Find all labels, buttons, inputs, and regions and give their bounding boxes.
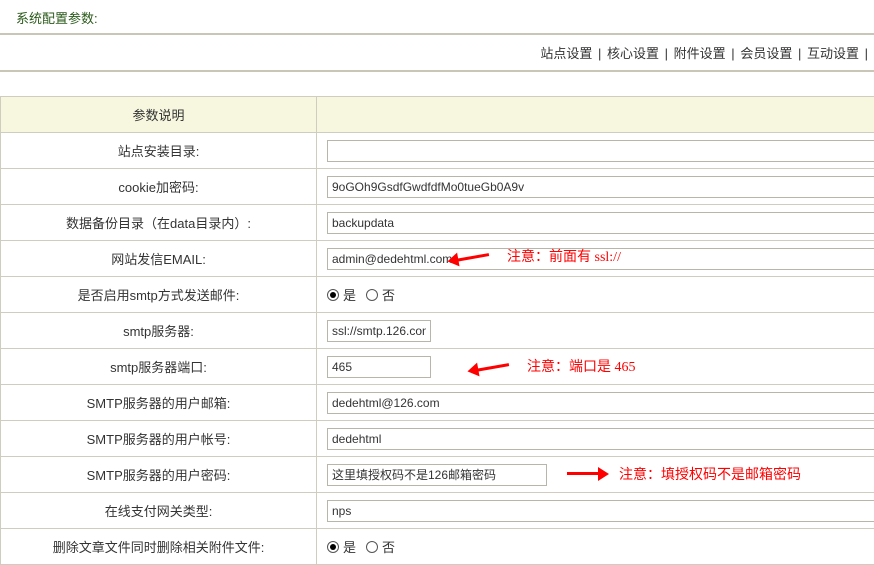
page-title: 系统配置参数: [0,0,874,33]
row-value [317,205,874,241]
radio-label: 是 [343,285,356,304]
row-value: 注意：端口是 465 [317,349,874,385]
radio-label: 是 [343,537,356,556]
row-value: 注意：填授权码不是邮箱密码 [317,457,874,493]
smtp-user-email-input[interactable] [327,392,874,414]
row-label: smtp服务器: [0,313,317,349]
row-label: SMTP服务器的用户帐号: [0,421,317,457]
row-label: 删除文章文件同时删除相关附件文件: [0,529,317,565]
arrow-icon [557,467,599,481]
row-label: SMTP服务器的用户密码: [0,457,317,493]
row-value [317,493,874,529]
nav-interact[interactable]: 互动设置 [807,46,859,61]
row-label: 是否启用smtp方式发送邮件: [0,277,317,313]
annotation-text: 注意：前面有 ssl:// [507,246,621,266]
header-value: 参 [317,97,874,133]
nav-sep: | [731,46,734,61]
row-label: 站点安装目录: [0,133,317,169]
smtp-enable-yes[interactable]: 是 [327,285,356,304]
separator-line [0,70,874,72]
annotation-auth: 注意：填授权码不是邮箱密码 [557,464,801,484]
row-value: 是 否 [317,529,874,565]
row-value [317,313,874,349]
nav-sep: | [598,46,601,61]
cookie-enc-input[interactable] [327,176,874,198]
radio-icon [366,541,378,553]
arrow-icon [456,245,500,266]
annotation-ssl: 注意：前面有 ssl:// [457,246,621,266]
annotation-text: 注意：填授权码不是邮箱密码 [619,464,801,484]
nav-attach[interactable]: 附件设置 [674,46,726,61]
radio-icon [366,289,378,301]
arrow-icon [476,355,520,376]
nav-sep: | [665,46,668,61]
payment-gateway-input[interactable] [327,500,874,522]
smtp-port-input[interactable] [327,356,431,378]
nav-member[interactable]: 会员设置 [740,46,792,61]
row-value [317,133,874,169]
row-label: SMTP服务器的用户邮箱: [0,385,317,421]
radio-icon [327,541,339,553]
radio-icon [327,289,339,301]
config-table: 参数说明 参 站点安装目录: cookie加密码: 数据备份目录（在data目录… [0,96,874,565]
radio-label: 否 [382,285,395,304]
separator-line [0,33,874,35]
nav-site[interactable]: 站点设置 [540,46,592,61]
row-label: 数据备份目录（在data目录内）: [0,205,317,241]
row-value [317,169,874,205]
backup-dir-input[interactable] [327,212,874,234]
nav-sep: | [865,46,868,61]
header-label: 参数说明 [0,97,317,133]
install-dir-input[interactable] [327,140,874,162]
delete-attach-no[interactable]: 否 [366,537,395,556]
annotation-port: 注意：端口是 465 [477,356,636,376]
smtp-user-password-input[interactable] [327,464,547,486]
row-label: 网站发信EMAIL: [0,241,317,277]
row-label: 在线支付网关类型: [0,493,317,529]
row-value [317,421,874,457]
smtp-enable-no[interactable]: 否 [366,285,395,304]
nav-sep: | [798,46,801,61]
smtp-user-account-input[interactable] [327,428,874,450]
row-label: smtp服务器端口: [0,349,317,385]
nav-core[interactable]: 核心设置 [607,46,659,61]
nav-tabs: 站点设置 | 核心设置 | 附件设置 | 会员设置 | 互动设置 | [0,41,874,70]
delete-attach-yes[interactable]: 是 [327,537,356,556]
radio-label: 否 [382,537,395,556]
row-label: cookie加密码: [0,169,317,205]
smtp-server-input[interactable] [327,320,431,342]
row-value: 是 否 注意：前面有 ssl:// [317,277,874,313]
annotation-text: 注意：端口是 465 [527,356,636,376]
row-value [317,385,874,421]
